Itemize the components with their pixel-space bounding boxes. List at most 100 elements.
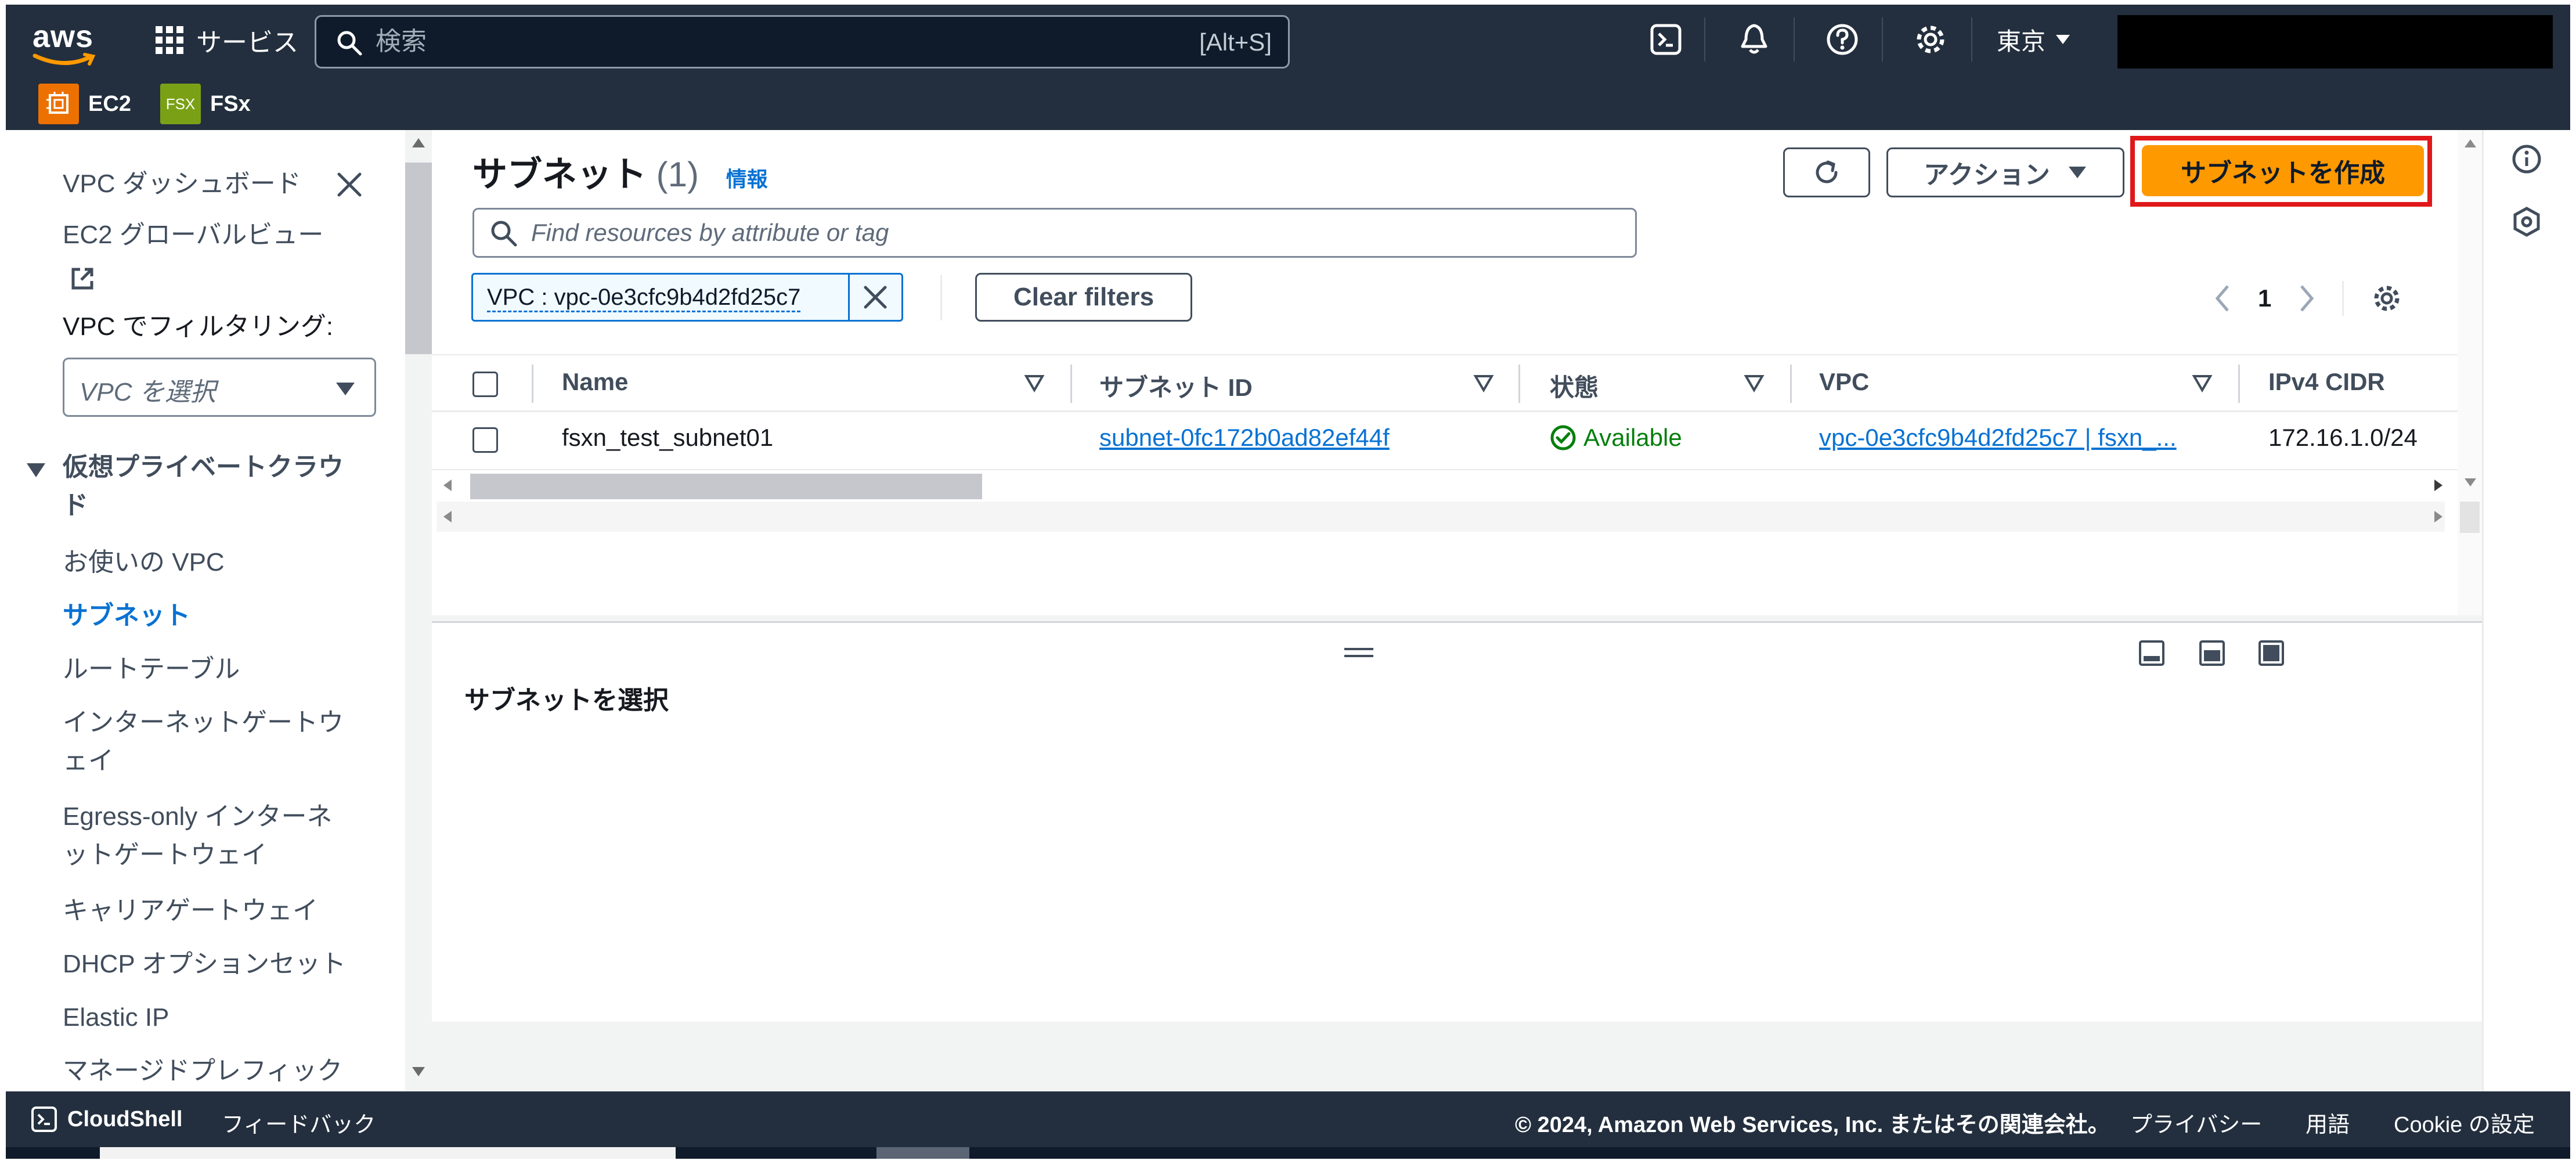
scroll-left-arrow-icon[interactable]: [442, 478, 453, 492]
scroll-right-arrow-icon[interactable]: [2433, 478, 2444, 492]
split-panel-resize-handle-icon[interactable]: [1343, 646, 1374, 661]
nav-egress-only-igw[interactable]: Egress-only インターネ: [63, 798, 333, 836]
global-search-input[interactable]: [374, 24, 1164, 60]
status-success-icon: [1550, 425, 1576, 450]
horizontal-scroll-thumb[interactable]: [470, 474, 982, 499]
help-icon[interactable]: [1824, 21, 1861, 58]
aws-logo[interactable]: aws: [33, 21, 96, 67]
split-bottom-layout-icon[interactable]: [2137, 639, 2166, 668]
nav-ec2-global-view[interactable]: EC2 グローバルビュー: [63, 216, 323, 254]
table-vertical-scroll-thumb[interactable]: [2460, 502, 2480, 533]
favorites-bar: EC2 FSX FSx: [6, 74, 2570, 130]
nav-internet-gateways[interactable]: インターネットゲートウ: [63, 704, 344, 742]
split-side-layout-icon[interactable]: [2198, 639, 2227, 668]
info-link[interactable]: 情報: [726, 167, 768, 191]
nav-elastic-ip[interactable]: Elastic IP: [63, 999, 169, 1037]
caret-down-icon[interactable]: [26, 461, 46, 478]
column-separator[interactable]: [1070, 365, 1072, 403]
clear-filters-button[interactable]: Clear filters: [975, 273, 1192, 322]
column-header-name[interactable]: Name: [562, 368, 628, 396]
nav-vpc-dashboard[interactable]: VPC ダッシュボード: [63, 165, 301, 203]
sort-icon[interactable]: [1744, 373, 1765, 394]
scroll-down-arrow-icon[interactable]: [2463, 477, 2477, 488]
remove-filter-icon[interactable]: [861, 283, 890, 312]
nav-managed-prefix-lists[interactable]: マネージドプレフィック: [63, 1052, 342, 1090]
nav-subnets[interactable]: サブネット: [63, 597, 190, 635]
nav-route-tables[interactable]: ルートテーブル: [63, 650, 240, 689]
column-separator[interactable]: [1790, 365, 1792, 403]
close-navigation-icon[interactable]: [334, 170, 365, 200]
cloudshell-footer-label: CloudShell: [67, 1106, 183, 1131]
sort-icon[interactable]: [1024, 373, 1045, 394]
privacy-link[interactable]: プライバシー: [2130, 1106, 2262, 1138]
scroll-left-arrow-icon[interactable]: [442, 510, 453, 524]
status-text: Available: [1583, 424, 1682, 451]
detail-panel-title: サブネットを選択: [464, 686, 669, 715]
side-navigation-scroll-thumb[interactable]: [405, 163, 432, 354]
column-header-subnet-id[interactable]: サブネット ID: [1099, 368, 1253, 403]
refresh-button[interactable]: [1783, 147, 1870, 197]
services-menu-button[interactable]: サービス: [154, 22, 298, 58]
filter-search-field[interactable]: [472, 208, 1637, 258]
feedback-link[interactable]: フィードバック: [222, 1106, 376, 1138]
horizontal-scrollbar-secondary[interactable]: [436, 502, 2445, 532]
previous-page-icon[interactable]: [2214, 284, 2231, 313]
filter-token-label[interactable]: VPC : vpc-0e3cfc9b4d2fd25c7: [487, 284, 801, 312]
select-all-checkbox[interactable]: [472, 372, 498, 397]
nav-egress-only-igw-cont[interactable]: ットゲートウェイ: [63, 836, 267, 874]
account-menu[interactable]: [2117, 15, 2553, 69]
terms-link[interactable]: 用語: [2306, 1106, 2350, 1138]
cloudshell-icon[interactable]: [1647, 21, 1684, 58]
region-selector[interactable]: 東京: [1997, 21, 2071, 58]
favorite-fsx[interactable]: FSX FSx: [160, 84, 251, 124]
info-panel-icon[interactable]: [2510, 143, 2543, 175]
cookie-preferences-link[interactable]: Cookie の設定: [2394, 1106, 2535, 1138]
settings-gear-icon[interactable]: [1912, 21, 1949, 58]
table-vertical-scrollbar[interactable]: [2458, 130, 2482, 615]
cloudshell-icon: [31, 1106, 57, 1132]
column-header-vpc[interactable]: VPC: [1819, 368, 1869, 396]
favorite-ec2[interactable]: EC2: [38, 84, 131, 124]
caret-down-icon: [2068, 167, 2086, 178]
split-full-layout-icon[interactable]: [2257, 639, 2286, 668]
notifications-bell-icon[interactable]: [1736, 21, 1773, 58]
column-header-state[interactable]: 状態: [1550, 368, 1599, 403]
column-separator[interactable]: [2238, 365, 2240, 403]
cell-vpc-link[interactable]: vpc-0e3cfc9b4d2fd25c7 | fsxn_...: [1819, 424, 2177, 452]
create-subnet-button[interactable]: サブネットを作成: [2142, 145, 2424, 196]
current-page-number[interactable]: 1: [2258, 284, 2271, 312]
scroll-right-arrow-icon[interactable]: [2433, 510, 2444, 524]
actions-dropdown-button[interactable]: アクション: [1886, 147, 2124, 197]
scroll-down-arrow-icon[interactable]: [411, 1066, 426, 1077]
subnets-table-panel: サブネット (1) 情報 アクション サブネットを作成 VPC : vpc-0e…: [432, 130, 2458, 615]
table-preferences-gear-icon[interactable]: [2371, 282, 2403, 315]
column-separator[interactable]: [1518, 365, 1520, 403]
top-bar: aws サービス [Alt+S]: [6, 5, 2570, 74]
filter-input[interactable]: [530, 215, 1621, 250]
cloudshell-footer-button[interactable]: CloudShell: [30, 1105, 182, 1133]
cell-ipv4-cidr: 172.16.1.0/24: [2268, 424, 2418, 451]
row-checkbox[interactable]: [472, 427, 498, 453]
next-page-icon[interactable]: [2298, 284, 2315, 313]
scroll-up-arrow-icon[interactable]: [411, 137, 426, 149]
nav-dhcp-option-sets[interactable]: DHCP オプションセット: [63, 945, 346, 983]
nav-your-vpcs[interactable]: お使いの VPC: [63, 543, 225, 582]
scroll-up-arrow-icon[interactable]: [2463, 138, 2477, 149]
vpc-filter-select[interactable]: VPC を選択: [63, 358, 376, 417]
column-header-ipv4-cidr[interactable]: IPv4 CIDR: [2268, 368, 2385, 396]
global-search[interactable]: [Alt+S]: [315, 15, 1290, 69]
copyright-text: © 2024, Amazon Web Services, Inc. またはその関…: [1515, 1113, 2110, 1137]
sort-icon[interactable]: [2192, 373, 2213, 394]
nav-internet-gateways-cont[interactable]: ェイ: [63, 742, 114, 780]
nav-carrier-gateways[interactable]: キャリアゲートウェイ: [63, 892, 318, 930]
security-shield-icon[interactable]: [2510, 206, 2543, 238]
cell-subnet-id-link[interactable]: subnet-0fc172b0ad82ef44f: [1099, 424, 1390, 452]
sort-icon[interactable]: [1473, 373, 1494, 394]
filter-token-divider: [848, 275, 850, 320]
nav-section-vpc-title[interactable]: 仮想プライベートクラウ: [63, 448, 344, 486]
external-link-icon[interactable]: [68, 265, 96, 293]
cell-name: fsxn_test_subnet01: [562, 424, 774, 451]
filter-divider: [940, 275, 942, 320]
page-title: サブネット (1) 情報: [472, 146, 768, 197]
nav-section-vpc-title-cont[interactable]: ド: [63, 486, 88, 525]
